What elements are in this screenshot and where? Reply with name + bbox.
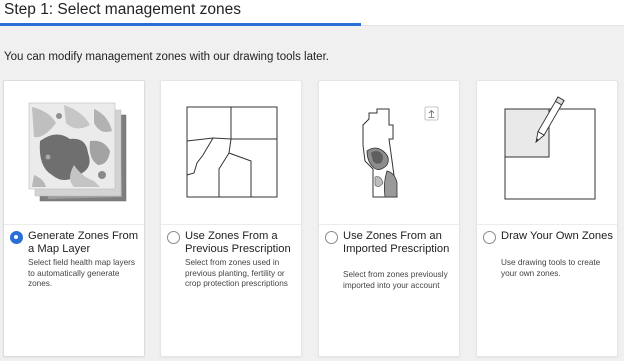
card-title: Use Zones From a Previous Prescription — [185, 230, 291, 255]
radio-button-selected[interactable] — [10, 231, 23, 244]
zone-boundaries-icon — [161, 81, 301, 223]
card-description: Select field health map layers to automa… — [28, 258, 135, 289]
card-divider — [477, 224, 617, 225]
option-card-draw-own[interactable]: Draw Your Own Zones Use drawing tools to… — [476, 80, 618, 357]
card-description: Select from zones previously imported in… — [343, 270, 448, 290]
card-divider — [161, 224, 301, 225]
imported-field-icon — [319, 81, 459, 223]
page-subtitle: You can modify management zones with our… — [4, 51, 329, 63]
card-description: Use drawing tools to create your own zon… — [501, 258, 601, 278]
map-layer-stack-icon — [4, 81, 144, 223]
radio-button[interactable] — [167, 231, 180, 244]
step-header: Step 1: Select management zones — [0, 0, 624, 26]
radio-button[interactable] — [325, 231, 338, 244]
option-card-map-layer[interactable]: Generate Zones From a Map Layer Select f… — [3, 80, 145, 357]
card-divider — [319, 224, 459, 225]
card-title: Draw Your Own Zones — [501, 230, 613, 242]
pencil-draw-icon — [477, 81, 617, 223]
step-progress-underline — [0, 23, 361, 26]
radio-button[interactable] — [483, 231, 496, 244]
card-title: Use Zones From an Imported Prescription — [343, 230, 450, 255]
card-title: Generate Zones From a Map Layer — [28, 230, 139, 255]
card-divider — [4, 224, 144, 225]
card-description: Select from zones used in previous plant… — [185, 258, 288, 289]
step-title: Step 1: Select management zones — [4, 1, 241, 18]
option-card-imported-prescription[interactable]: Use Zones From an Imported Prescription … — [318, 80, 460, 357]
option-card-previous-prescription[interactable]: Use Zones From a Previous Prescription S… — [160, 80, 302, 357]
